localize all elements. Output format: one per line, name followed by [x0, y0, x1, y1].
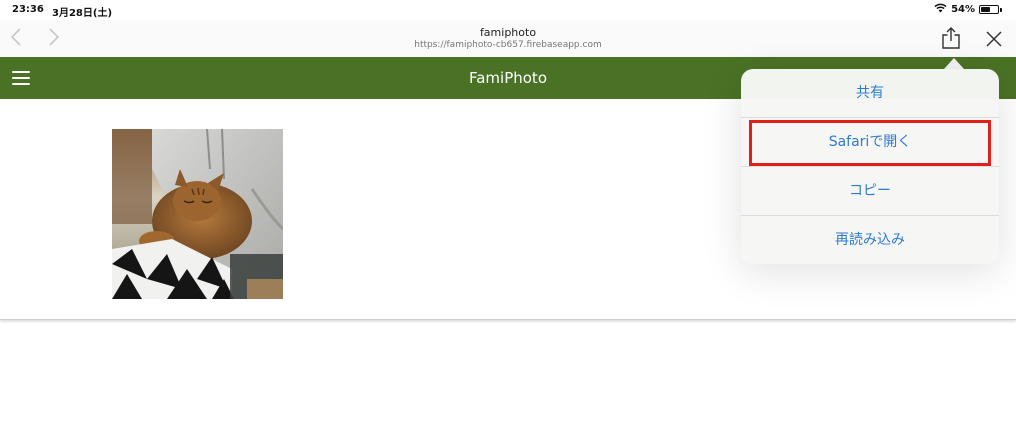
cat-photo[interactable]	[112, 129, 283, 299]
popover-arrow	[944, 58, 964, 69]
menu-item-reload[interactable]: 再読み込み	[741, 216, 999, 264]
battery-tip	[1000, 7, 1002, 12]
share-icon[interactable]	[940, 26, 962, 50]
wifi-icon	[934, 3, 947, 16]
status-right: 54%	[934, 3, 1002, 16]
menu-item-share[interactable]: 共有	[741, 69, 999, 117]
screen: 23:36 3月28日(土) 54% famiphoto https://fam…	[0, 0, 1016, 435]
battery-percent: 54%	[951, 4, 975, 15]
close-icon[interactable]	[984, 29, 1004, 49]
share-menu-popover: 共有 Safariで開く コピー 再読み込み	[741, 69, 999, 264]
menu-item-copy[interactable]: コピー	[741, 167, 999, 215]
battery-icon	[979, 5, 999, 14]
status-time: 23:36	[12, 4, 44, 15]
site-url: https://famiphoto-cb657.firebaseapp.com	[414, 40, 602, 50]
status-bar: 23:36 3月28日(土) 54%	[0, 0, 1016, 20]
highlight-box	[749, 120, 991, 166]
site-title: famiphoto	[479, 26, 537, 39]
battery-level	[981, 7, 990, 12]
status-date: 3月28日(土)	[52, 8, 113, 19]
browser-nav-bar: famiphoto https://famiphoto-cb657.fireba…	[0, 20, 1016, 57]
